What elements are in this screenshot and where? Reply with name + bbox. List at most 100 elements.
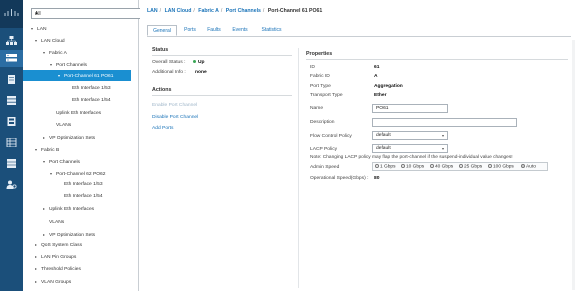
- tree-item-eth-1-54-b[interactable]: Eth Interface 1/54: [58, 191, 103, 202]
- flow-control-policy-select[interactable]: default ▾: [372, 131, 448, 140]
- radio-circle-selected: [521, 164, 525, 168]
- operational-speed-value: 80: [374, 176, 380, 181]
- tab-general[interactable]: General: [147, 25, 177, 36]
- cisco-logo: [0, 0, 23, 28]
- filter-dropdown[interactable]: All ▾: [31, 8, 153, 19]
- tree-item-label: Uplink Eth Interfaces: [56, 111, 102, 116]
- tree-item-port-channel-61[interactable]: ▾ Port-Channel 61 PO61: [23, 70, 131, 81]
- tree-item-vlans-b[interactable]: VLANs: [43, 217, 64, 228]
- vm-icon[interactable]: [6, 117, 17, 126]
- san-icon[interactable]: [6, 96, 17, 105]
- tree-item-label: VP Optimization Sets: [49, 233, 96, 238]
- tree-item-eth-1-53-b[interactable]: Eth Interface 1/53: [58, 179, 103, 190]
- tab-statistics[interactable]: Statistics: [255, 25, 288, 36]
- breadcrumb-lan-cloud[interactable]: LAN Cloud: [165, 8, 192, 14]
- chassis-icon[interactable]: [6, 159, 17, 168]
- speed-radio-40gbps[interactable]: 40 Gbps: [430, 164, 453, 169]
- tree-item-port-channel-62[interactable]: ▾ Port-Channel 62 PO62: [50, 168, 105, 179]
- transport-type-value: Ether: [374, 93, 387, 98]
- actions-divider: [152, 95, 292, 96]
- description-input[interactable]: [372, 118, 517, 127]
- lan-icon[interactable]: [0, 50, 23, 67]
- admin-speed-label: Admin Speed: [310, 165, 340, 170]
- tab-ports[interactable]: Ports: [180, 25, 200, 36]
- overall-status-value: Up: [193, 60, 205, 65]
- tree-item-vlan-groups[interactable]: ▸ VLAN Groups: [35, 276, 71, 287]
- tree-item-label: Eth Interface 1/54: [64, 194, 103, 199]
- port-type-value: Aggregation: [374, 84, 403, 89]
- tree-item-lan[interactable]: ▾ LAN: [31, 23, 47, 34]
- status-divider: [152, 55, 292, 56]
- overall-status-label: Overall Status :: [152, 60, 186, 65]
- disable-port-channel-link[interactable]: Disable Port Channel: [152, 115, 198, 120]
- radio-circle: [459, 164, 463, 168]
- main-scrollbar[interactable]: [572, 40, 575, 290]
- tree-item-threshold-policies[interactable]: ▸ Threshold Policies: [35, 263, 81, 274]
- navigation-panel: All ▾ ▾ LAN ▾ LAN Cloud ▾ Fabric A ▾ Port Chann…: [23, 0, 158, 291]
- fabric-id-label: Fabric ID: [310, 74, 330, 79]
- tree-item-label: QoS System Class: [41, 243, 83, 248]
- storage-icon[interactable]: [6, 138, 17, 147]
- tree-item-label: Eth Interface 1/53: [64, 182, 103, 187]
- operational-speed-label: Operational Speed(Gbps) :: [310, 176, 369, 181]
- admin-speed-radio-group: 1 Gbps 10 Gbps 40 Gbps 25 Gbps 100 Gbps …: [372, 162, 548, 171]
- speed-radio-25gbps[interactable]: 25 Gbps: [459, 164, 482, 169]
- tree-item-label: Fabric A: [49, 51, 67, 56]
- tree-item-eth-1-53-a[interactable]: Eth Interface 1/53: [66, 83, 111, 94]
- tree-item-fabric-a[interactable]: ▾ Fabric A: [43, 47, 67, 58]
- tree-item-label: Threshold Policies: [41, 267, 81, 272]
- actions-title: Actions: [152, 87, 172, 93]
- tree-item-label: LAN Cloud: [41, 39, 65, 44]
- tree-item-lan-pin-groups[interactable]: ▸ LAN Pin Groups: [35, 251, 76, 262]
- panel-divider: [298, 48, 299, 288]
- name-input-value: PO61: [376, 106, 389, 111]
- chevron-down-icon: ▾: [441, 146, 444, 151]
- tree-item-fabric-b[interactable]: ▾ Fabric B: [35, 144, 59, 155]
- tree-item-label: VLANs: [49, 220, 65, 225]
- tree-item-label: LAN: [37, 27, 47, 32]
- description-label: Description: [310, 120, 335, 125]
- tree-item-uplink-eth-a[interactable]: Uplink Eth Interfaces: [50, 108, 101, 119]
- add-ports-link[interactable]: Add Ports: [152, 126, 173, 131]
- speed-radio-1gbps[interactable]: 1 Gbps: [375, 164, 395, 169]
- tree-item-vlans-a[interactable]: VLANs: [50, 120, 71, 131]
- breadcrumb-separator: /: [159, 8, 162, 14]
- admin-icon[interactable]: [6, 180, 17, 189]
- radio-circle: [401, 164, 405, 168]
- speed-radio-100gbps[interactable]: 100 Gbps: [488, 164, 514, 169]
- breadcrumb-separator: /: [220, 8, 223, 14]
- tree-item-label: Port-Channel 62 PO62: [56, 172, 106, 177]
- tree-item-label: Port Channels: [56, 63, 87, 68]
- tree-item-qos-system-class[interactable]: ▸ QoS System Class: [35, 239, 82, 250]
- tree-item-label: VP Optimization Sets: [49, 136, 96, 141]
- lacp-warning-note: Note: Changing LACP policy may flap the …: [310, 155, 513, 160]
- lacp-policy-select[interactable]: default ▾: [372, 144, 448, 153]
- network-icon[interactable]: [6, 36, 17, 45]
- status-title: Status: [152, 47, 169, 53]
- id-value: 61: [374, 65, 380, 70]
- tab-events[interactable]: Events: [228, 25, 252, 36]
- tree-item-label: Eth Interface 1/54: [72, 98, 111, 103]
- fabric-id-value: A: [374, 74, 378, 79]
- breadcrumb-port-channels[interactable]: Port Channels: [226, 8, 261, 14]
- properties-divider: [306, 59, 568, 60]
- tree-item-port-channels-b[interactable]: ▾ Port Channels: [43, 156, 80, 167]
- tree-item-label: Port Channels: [49, 160, 80, 165]
- speed-radio-auto[interactable]: Auto: [521, 164, 536, 169]
- tree-item-lan-cloud[interactable]: ▾ LAN Cloud: [35, 35, 65, 46]
- properties-title: Properties: [306, 51, 333, 57]
- breadcrumb-fabric-a[interactable]: Fabric A: [198, 8, 219, 14]
- enable-port-channel-link[interactable]: Enable Port Channel: [152, 103, 197, 108]
- tree-item-vp-optimization-a[interactable]: ▸ VP Optimization Sets: [43, 132, 95, 143]
- tab-faults[interactable]: Faults: [203, 25, 225, 36]
- breadcrumb-current: Port-Channel 61 PO61: [267, 8, 323, 14]
- tree-item-eth-1-54-a[interactable]: Eth Interface 1/54: [66, 95, 111, 106]
- tree-item-port-channels-a[interactable]: ▾ Port Channels: [50, 59, 87, 70]
- speed-radio-10gbps[interactable]: 10 Gbps: [401, 164, 424, 169]
- tree-item-uplink-eth-b[interactable]: ▸ Uplink Eth Interfaces: [43, 203, 94, 214]
- name-input[interactable]: PO61: [372, 104, 448, 113]
- id-label: ID: [310, 65, 315, 70]
- breadcrumb-lan[interactable]: LAN: [147, 8, 158, 14]
- breadcrumb: LAN / LAN Cloud / Fabric A / Port Channels /…: [147, 8, 322, 14]
- servers-icon[interactable]: [6, 75, 17, 84]
